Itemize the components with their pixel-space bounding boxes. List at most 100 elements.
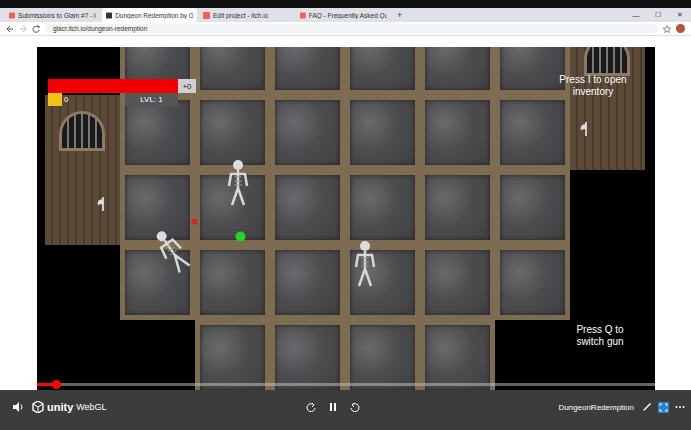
browser-tab[interactable]: Submissions to Glam #7 - itch.io <box>5 8 100 22</box>
barred-window <box>584 47 630 76</box>
skeleton-enemy-icon <box>352 240 378 288</box>
stone <box>275 47 340 90</box>
axe-icon <box>578 121 594 137</box>
stone <box>275 175 340 240</box>
stone <box>500 47 565 90</box>
floor-tile <box>420 320 495 390</box>
empty-tile <box>570 170 645 245</box>
floor-tile <box>270 47 345 95</box>
coin-icon <box>48 93 62 106</box>
address-bar[interactable]: glacr.itch.io/dungeon-redemption <box>45 24 658 33</box>
player-actions <box>642 402 685 413</box>
floor-tile <box>270 320 345 390</box>
browser-tab[interactable]: Dungeon Redemption by GMC <box>102 8 197 22</box>
stone <box>425 47 490 90</box>
unity-wordmark: unity <box>47 401 73 413</box>
stone <box>125 100 190 165</box>
floor-tile <box>345 170 420 245</box>
coin-count: 0 <box>64 93 68 106</box>
stone <box>425 175 490 240</box>
video-progress[interactable] <box>37 383 655 386</box>
favicon-icon <box>203 12 210 19</box>
stone <box>275 100 340 165</box>
edit-icon[interactable] <box>642 402 652 412</box>
window-control[interactable]: — <box>625 8 647 22</box>
window-control[interactable]: ✕ <box>669 8 691 22</box>
level-label: LVL: 1 <box>125 93 178 106</box>
game-title: DungeonRedemption <box>558 403 634 412</box>
inventory-hint: Press I to open inventory <box>545 74 641 98</box>
stone <box>275 250 340 315</box>
floor-tile <box>345 95 420 170</box>
stone <box>350 100 415 165</box>
floor-tile <box>420 170 495 245</box>
floor-tile <box>420 95 495 170</box>
fullscreen-icon[interactable] <box>658 402 669 413</box>
reload-icon[interactable] <box>32 25 40 33</box>
rewind-icon[interactable] <box>306 402 316 412</box>
stone <box>350 175 415 240</box>
floor-tile <box>420 245 495 320</box>
floor-tile <box>495 245 570 320</box>
progress-knob[interactable] <box>52 380 61 389</box>
bullet-icon <box>191 218 198 225</box>
new-tab-button[interactable]: + <box>393 8 406 22</box>
stone <box>350 47 415 90</box>
floor-tile <box>270 170 345 245</box>
pause-icon[interactable] <box>328 402 338 412</box>
progress-fill <box>37 383 56 386</box>
stone <box>425 100 490 165</box>
volume-icon[interactable] <box>12 402 24 412</box>
back-icon[interactable] <box>6 25 14 33</box>
floor-tile <box>345 245 420 320</box>
floor-tile <box>120 95 195 170</box>
more-icon[interactable] <box>675 405 685 409</box>
stone <box>500 100 565 165</box>
tab-label: Submissions to Glam #7 - itch.io <box>18 12 96 19</box>
stone <box>425 250 490 315</box>
stone <box>500 250 565 315</box>
stone <box>500 175 565 240</box>
webgl-label: WebGL <box>76 402 106 412</box>
browser-tab[interactable]: FAQ - Frequently Asked Questi... <box>296 8 391 22</box>
favicon-icon <box>300 12 306 19</box>
floor-tile <box>495 47 570 95</box>
stone <box>200 175 265 240</box>
health-bar <box>48 79 178 93</box>
window-control[interactable]: ☐ <box>647 8 669 22</box>
floor-tile <box>495 95 570 170</box>
playback-controls <box>115 402 551 412</box>
unity-logo: unityWebGL <box>32 401 107 413</box>
stone <box>275 325 340 390</box>
favicon-icon <box>9 12 15 19</box>
stone <box>200 325 265 390</box>
floor-tile <box>195 170 270 245</box>
floor-tile <box>195 245 270 320</box>
forward-skip-icon[interactable] <box>350 402 360 412</box>
floor-tile <box>195 320 270 390</box>
empty-tile <box>45 245 120 320</box>
star-icon[interactable] <box>663 25 671 33</box>
tab-strip: Submissions to Glam #7 - itch.io Dungeon … <box>0 8 691 22</box>
avatar-icon[interactable] <box>676 24 685 33</box>
door-tile <box>45 95 120 170</box>
tab-label: FAQ - Frequently Asked Questi... <box>309 12 387 19</box>
gun-hint: Press Q to switch gun <box>565 324 635 348</box>
health-reading: +0 <box>178 79 196 93</box>
forward-icon[interactable] <box>19 25 27 33</box>
stone <box>200 250 265 315</box>
torch-tile <box>45 170 120 245</box>
browser-tab[interactable]: Edit project - itch.io <box>199 8 294 22</box>
axe-icon <box>95 196 111 212</box>
toolbar: glacr.itch.io/dungeon-redemption <box>0 22 691 36</box>
floor-tile <box>195 47 270 95</box>
barred-window <box>59 111 105 151</box>
empty-tile <box>570 245 645 320</box>
favicon-icon <box>106 12 112 19</box>
game-canvas[interactable]: +0 0 LVL: 1 Press I to open inventory Press … <box>37 47 655 390</box>
floor-tile <box>195 95 270 170</box>
unity-cube-icon <box>32 401 44 413</box>
empty-tile <box>495 320 570 390</box>
floor-tile <box>270 245 345 320</box>
floor-tile <box>495 170 570 245</box>
